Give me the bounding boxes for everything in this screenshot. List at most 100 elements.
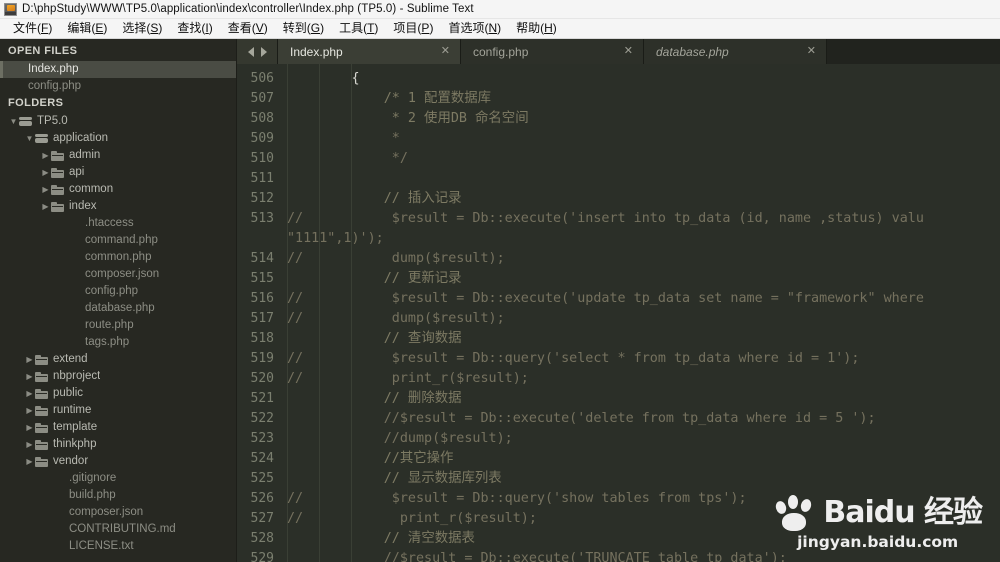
- close-icon[interactable]: ✕: [622, 46, 635, 57]
- code-text[interactable]: // 更新记录: [283, 269, 1000, 289]
- code-editor[interactable]: 506 {507 /* 1 配置数据库 508 * 2 使用DB 命名空间 509 …: [237, 64, 1000, 562]
- arrow-right-icon[interactable]: [260, 46, 267, 57]
- tree-folder-application[interactable]: ▼ application: [0, 130, 236, 147]
- menu-item-5[interactable]: 查看(V): [221, 20, 276, 37]
- chevron-right-icon[interactable]: ▶: [24, 436, 35, 453]
- tree-file-composer-json[interactable]: composer.json: [0, 504, 236, 521]
- code-text[interactable]: // 查询数据: [283, 329, 1000, 349]
- title-bar: D:\phpStudy\WWW\TP5.0\application\index\…: [0, 0, 1000, 19]
- code-text[interactable]: // print_r($result);: [283, 509, 1000, 529]
- code-text[interactable]: */: [283, 149, 1000, 169]
- menu-item-10[interactable]: 帮助(H): [509, 20, 565, 37]
- menu-item-3[interactable]: 选择(S): [115, 20, 170, 37]
- tree-folder-index[interactable]: ▶ index: [0, 198, 236, 215]
- tree-folder-public[interactable]: ▶ public: [0, 385, 236, 402]
- tree-folder-thinkphp[interactable]: ▶ thinkphp: [0, 436, 236, 453]
- sidebar[interactable]: OPEN FILES Index.php config.php FOLDERS ▼…: [0, 39, 237, 562]
- folder-label: application: [53, 132, 108, 144]
- tree-file-database-php[interactable]: database.php: [0, 300, 236, 317]
- code-line: 507 /* 1 配置数据库: [237, 89, 1000, 109]
- chevron-right-icon[interactable]: ▶: [24, 419, 35, 436]
- tree-file-composer-json[interactable]: composer.json: [0, 266, 236, 283]
- chevron-right-icon[interactable]: ▶: [40, 198, 51, 215]
- code-text[interactable]: // dump($result);: [283, 309, 1000, 329]
- open-file-item-config-php[interactable]: config.php: [0, 78, 236, 95]
- code-line: 522 //$result = Db::execute('delete from…: [237, 409, 1000, 429]
- code-text[interactable]: // 显示数据库列表: [283, 469, 1000, 489]
- menu-item-8[interactable]: 项目(P): [386, 20, 441, 37]
- menu-item-2[interactable]: 编辑(E): [60, 20, 115, 37]
- chevron-right-icon[interactable]: ▶: [40, 147, 51, 164]
- chevron-right-icon[interactable]: ▶: [24, 402, 35, 419]
- chevron-right-icon[interactable]: ▶: [40, 181, 51, 198]
- menu-item-4[interactable]: 查找(I): [170, 20, 220, 37]
- tree-file--gitignore[interactable]: .gitignore: [0, 470, 236, 487]
- code-text[interactable]: /* 1 配置数据库: [283, 89, 1000, 109]
- chevron-right-icon[interactable]: ▶: [24, 368, 35, 385]
- code-line: 521 // 删除数据: [237, 389, 1000, 409]
- tree-folder-tp5-0[interactable]: ▼ TP5.0: [0, 113, 236, 130]
- code-token: // 查询数据: [287, 331, 462, 346]
- code-text[interactable]: * 2 使用DB 命名空间: [283, 109, 1000, 129]
- open-file-item-index-php[interactable]: Index.php: [0, 61, 236, 78]
- chevron-down-icon[interactable]: ▼: [8, 113, 19, 130]
- tree-file-command-php[interactable]: command.php: [0, 232, 236, 249]
- folder-icon: [35, 456, 48, 467]
- folder-icon: [51, 201, 64, 212]
- tree-file--htaccess[interactable]: .htaccess: [0, 215, 236, 232]
- tree-file-tags-php[interactable]: tags.php: [0, 334, 236, 351]
- code-text[interactable]: // $result = Db::execute('update tp_data…: [283, 289, 1000, 309]
- code-text[interactable]: // $result = Db::query('select * from tp…: [283, 349, 1000, 369]
- chevron-right-icon[interactable]: ▶: [24, 385, 35, 402]
- tree-folder-nbproject[interactable]: ▶ nbproject: [0, 368, 236, 385]
- folder-icon: [51, 167, 64, 178]
- chevron-down-icon[interactable]: ▼: [24, 130, 35, 147]
- tree-folder-extend[interactable]: ▶ extend: [0, 351, 236, 368]
- tree-file-route-php[interactable]: route.php: [0, 317, 236, 334]
- code-token: // print_r($result);: [287, 511, 537, 526]
- editor-pane: Index.php ✕ config.php ✕ database.php ✕ 506 {…: [237, 39, 1000, 562]
- tree-file-contributing-md[interactable]: CONTRIBUTING.md: [0, 521, 236, 538]
- folder-label: api: [69, 166, 85, 178]
- tree-file-common-php[interactable]: common.php: [0, 249, 236, 266]
- tree-file-license-txt[interactable]: LICENSE.txt: [0, 538, 236, 555]
- code-text[interactable]: // dump($result);: [283, 249, 1000, 269]
- tab-index-php[interactable]: Index.php ✕: [278, 39, 461, 64]
- code-text-wrap[interactable]: "1111",1)');: [283, 229, 1000, 249]
- chevron-right-icon[interactable]: ▶: [40, 164, 51, 181]
- folder-icon: [51, 184, 64, 195]
- menu-item-7[interactable]: 工具(T): [332, 20, 386, 37]
- tree-file-build-php[interactable]: build.php: [0, 487, 236, 504]
- tree-folder-common[interactable]: ▶ common: [0, 181, 236, 198]
- tree-folder-vendor[interactable]: ▶ vendor: [0, 453, 236, 470]
- code-text[interactable]: *: [283, 129, 1000, 149]
- line-number: 527: [250, 511, 274, 526]
- code-text[interactable]: // 插入记录: [283, 189, 1000, 209]
- code-text[interactable]: //$result = Db::execute('delete from tp_…: [283, 409, 1000, 429]
- chevron-right-icon[interactable]: ▶: [24, 351, 35, 368]
- chevron-right-icon[interactable]: ▶: [24, 453, 35, 470]
- menu-item-9[interactable]: 首选项(N): [441, 20, 509, 37]
- code-text[interactable]: // 清空数据表: [283, 529, 1000, 549]
- arrow-left-icon[interactable]: [247, 46, 254, 57]
- code-text[interactable]: // print_r($result);: [283, 369, 1000, 389]
- tab-database-php[interactable]: database.php ✕: [644, 39, 827, 64]
- code-text[interactable]: // $result = Db::execute('insert into tp…: [283, 209, 1000, 229]
- tree-folder-runtime[interactable]: ▶ runtime: [0, 402, 236, 419]
- code-text[interactable]: {: [283, 69, 1000, 89]
- code-text[interactable]: // 删除数据: [283, 389, 1000, 409]
- menu-item-6[interactable]: 转到(G): [276, 20, 332, 37]
- close-icon[interactable]: ✕: [439, 46, 452, 57]
- code-text[interactable]: //其它操作: [283, 449, 1000, 469]
- code-text[interactable]: // $result = Db::query('show tables from…: [283, 489, 1000, 509]
- tree-folder-api[interactable]: ▶ api: [0, 164, 236, 181]
- tree-folder-template[interactable]: ▶ template: [0, 419, 236, 436]
- close-icon[interactable]: ✕: [805, 46, 818, 57]
- code-text[interactable]: //dump($result);: [283, 429, 1000, 449]
- menu-item-1[interactable]: 文件(F): [6, 20, 60, 37]
- tree-file-config-php[interactable]: config.php: [0, 283, 236, 300]
- code-text[interactable]: //$result = Db::execute('TRUNCATE table …: [283, 549, 1000, 562]
- tab-config-php[interactable]: config.php ✕: [461, 39, 644, 64]
- tree-folder-admin[interactable]: ▶ admin: [0, 147, 236, 164]
- open-file-label: Index.php: [28, 63, 79, 75]
